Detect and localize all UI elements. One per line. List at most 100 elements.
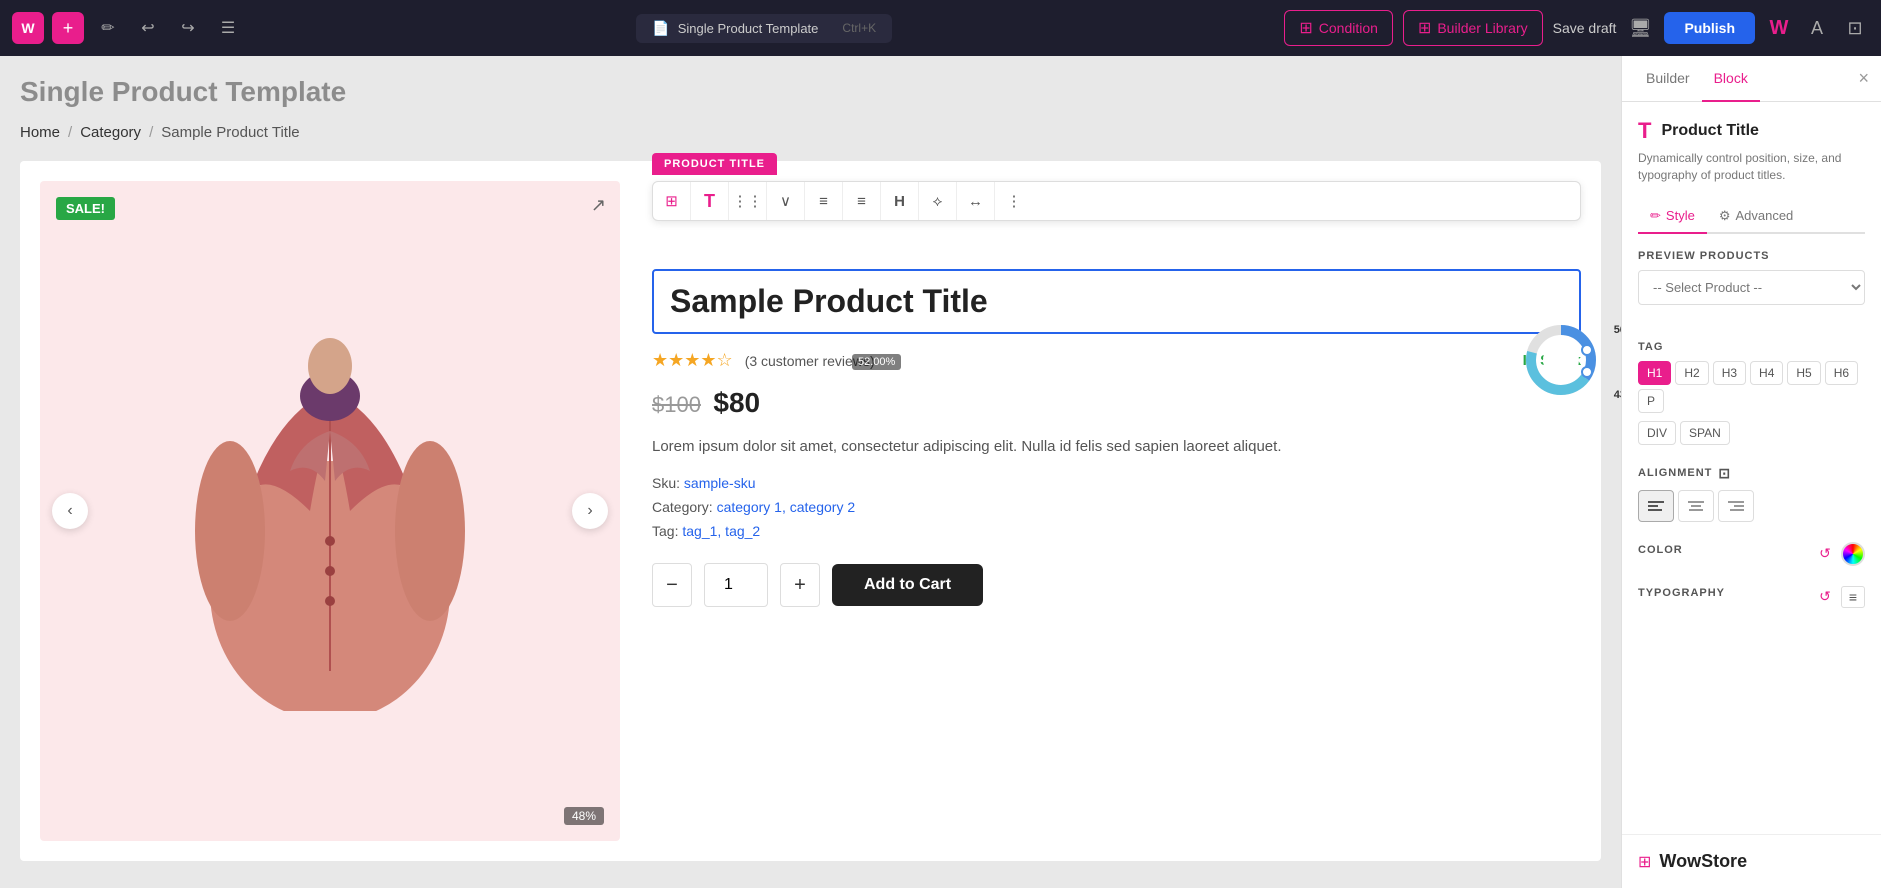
wowstore-logo: ⊞ WowStore [1622, 834, 1881, 888]
sub-tabs: ✏ Style ⚙ Advanced [1638, 200, 1865, 234]
donut-label-1: 56.39% [1614, 324, 1621, 336]
breadcrumb-home[interactable]: Home [20, 124, 60, 141]
layout-icon[interactable]: ⊡ [1841, 14, 1869, 42]
category-value[interactable]: category 1, category 2 [717, 499, 856, 515]
product-description: Lorem ipsum dolor sit amet, consectetur … [652, 435, 1581, 459]
product-image-area: SALE! ↗ [40, 181, 620, 841]
align-left-button[interactable] [1638, 490, 1674, 522]
sku-value[interactable]: sample-sku [684, 475, 756, 491]
device-desktop-icon[interactable]: 🖥 [1626, 14, 1654, 42]
product-title: Sample Product Title [670, 283, 1563, 320]
wowstore-logo-text: WowStore [1659, 851, 1747, 872]
panel-content: T Product Title Dynamically control posi… [1622, 102, 1881, 834]
preview-product-select[interactable]: -- Select Product -- [1638, 270, 1865, 305]
quantity-input[interactable] [704, 563, 768, 607]
advanced-icon: ⚙ [1719, 208, 1731, 224]
topbar-right: ⊞ Condition ⊞ Builder Library Save draft… [1284, 10, 1869, 46]
tag-label: TAG [1638, 341, 1865, 353]
alignment-buttons [1638, 490, 1865, 522]
toolbar-text-icon[interactable]: T [691, 182, 729, 220]
quantity-decrease-button[interactable]: − [652, 563, 692, 607]
donut-label-2: 43.61% [1614, 389, 1621, 401]
save-draft-button[interactable]: Save draft [1553, 20, 1617, 36]
tag-h5[interactable]: H5 [1787, 361, 1820, 385]
canvas-area: Single Product Template Home / Category … [0, 56, 1621, 888]
panel-tabs: Builder Block × [1622, 56, 1881, 102]
right-panel: Builder Block × T Product Title Dynamica… [1621, 56, 1881, 888]
undo-button[interactable]: ↩ [132, 12, 164, 44]
toolbar-columns-icon[interactable]: ⊞ [653, 182, 691, 220]
expand-icon[interactable]: ↗ [591, 195, 606, 216]
typography-label: TYPOGRAPHY [1638, 587, 1725, 599]
typography-settings-button[interactable]: ≡ [1841, 586, 1865, 608]
publish-button[interactable]: Publish [1664, 12, 1755, 44]
toolbar-grid-icon[interactable]: ⋮⋮ [729, 182, 767, 220]
formatting-toolbar: ⊞ T ⋮⋮ ∨ ≡ ≡ H ⟡ ↔ ⋮ [652, 181, 1581, 221]
rating-row: ★★★★☆ (3 customer reviews) In Stock [652, 350, 1581, 371]
color-picker-button[interactable] [1841, 542, 1865, 566]
align-center-button[interactable] [1678, 490, 1714, 522]
toolbar-width-icon[interactable]: ↔ [957, 182, 995, 220]
style-icon: ✏ [1650, 208, 1661, 224]
product-layout: SALE! ↗ [20, 161, 1601, 861]
tag-span[interactable]: SPAN [1680, 421, 1730, 445]
typography-row: TYPOGRAPHY ↺ ≡ [1638, 586, 1865, 608]
edit-button[interactable]: ✏ [92, 12, 124, 44]
topbar: W + ✏ ↩ ↪ ☰ 📄 Single Product Template Ct… [0, 0, 1881, 56]
widget-header: T Product Title [1638, 118, 1865, 144]
image-percent-badge: 48% [564, 807, 604, 825]
file-tab[interactable]: 📄 Single Product Template Ctrl+K [636, 14, 892, 43]
cart-row: − + Add to Cart [652, 563, 1581, 607]
toolbar-chevron-icon[interactable]: ∨ [767, 182, 805, 220]
toolbar-align-center-icon[interactable]: ≡ [843, 182, 881, 220]
rating-stars: ★★★★☆ [652, 350, 733, 371]
toolbar-more-icon[interactable]: ⋮ [995, 182, 1033, 220]
toolbar-heading-icon[interactable]: H [881, 182, 919, 220]
w-icon[interactable]: W [1765, 14, 1793, 42]
sale-badge: SALE! [56, 197, 115, 220]
toolbar-paint-icon[interactable]: ⟡ [919, 182, 957, 220]
color-reset-button[interactable]: ↺ [1815, 544, 1835, 564]
breadcrumb-category[interactable]: Category [80, 124, 141, 141]
subtab-style[interactable]: ✏ Style [1638, 200, 1707, 234]
tag-grid-2: DIV SPAN [1638, 421, 1865, 445]
subtab-advanced[interactable]: ⚙ Advanced [1707, 200, 1805, 234]
typography-reset-button[interactable]: ↺ [1815, 587, 1835, 607]
percent-52-badge: 52.00% [852, 354, 901, 370]
toolbar-label: PRODUCT TITLE [652, 153, 777, 175]
tab-builder[interactable]: Builder [1634, 56, 1702, 102]
price-original: $100 [652, 392, 701, 417]
tag-h6[interactable]: H6 [1825, 361, 1858, 385]
preview-label: PREVIEW PRODUCTS [1638, 250, 1865, 262]
breadcrumb: Home / Category / Sample Product Title [20, 124, 1601, 141]
widget-title: Product Title [1661, 122, 1759, 140]
builder-library-button[interactable]: ⊞ Builder Library [1403, 10, 1543, 46]
prev-image-button[interactable]: ‹ [52, 493, 88, 529]
breadcrumb-sep1: / [68, 124, 72, 141]
color-section: COLOR ↺ [1638, 542, 1865, 566]
typography-actions: ↺ ≡ [1815, 586, 1865, 608]
add-button[interactable]: + [52, 12, 84, 44]
wowstore-logo-icon: ⊞ [1638, 852, 1651, 872]
align-right-button[interactable] [1718, 490, 1754, 522]
menu-button[interactable]: ☰ [212, 12, 244, 44]
tag-value[interactable]: tag_1, tag_2 [682, 523, 760, 539]
tag-div[interactable]: DIV [1638, 421, 1676, 445]
tag-h1[interactable]: H1 [1638, 361, 1671, 385]
panel-close-button[interactable]: × [1858, 68, 1869, 89]
redo-button[interactable]: ↪ [172, 12, 204, 44]
quantity-increase-button[interactable]: + [780, 563, 820, 607]
product-sku: Sku: sample-sku [652, 475, 1581, 491]
toolbar-align-left-icon[interactable]: ≡ [805, 182, 843, 220]
tag-p[interactable]: P [1638, 389, 1664, 413]
donut-chart [1521, 320, 1601, 400]
a-icon[interactable]: A [1803, 14, 1831, 42]
next-image-button[interactable]: › [572, 493, 608, 529]
tag-h3[interactable]: H3 [1713, 361, 1746, 385]
tag-h4[interactable]: H4 [1750, 361, 1783, 385]
condition-button[interactable]: ⊞ Condition [1284, 10, 1393, 46]
breadcrumb-sep2: / [149, 124, 153, 141]
add-to-cart-button[interactable]: Add to Cart [832, 564, 983, 606]
tag-h2[interactable]: H2 [1675, 361, 1708, 385]
tab-block[interactable]: Block [1702, 56, 1760, 102]
